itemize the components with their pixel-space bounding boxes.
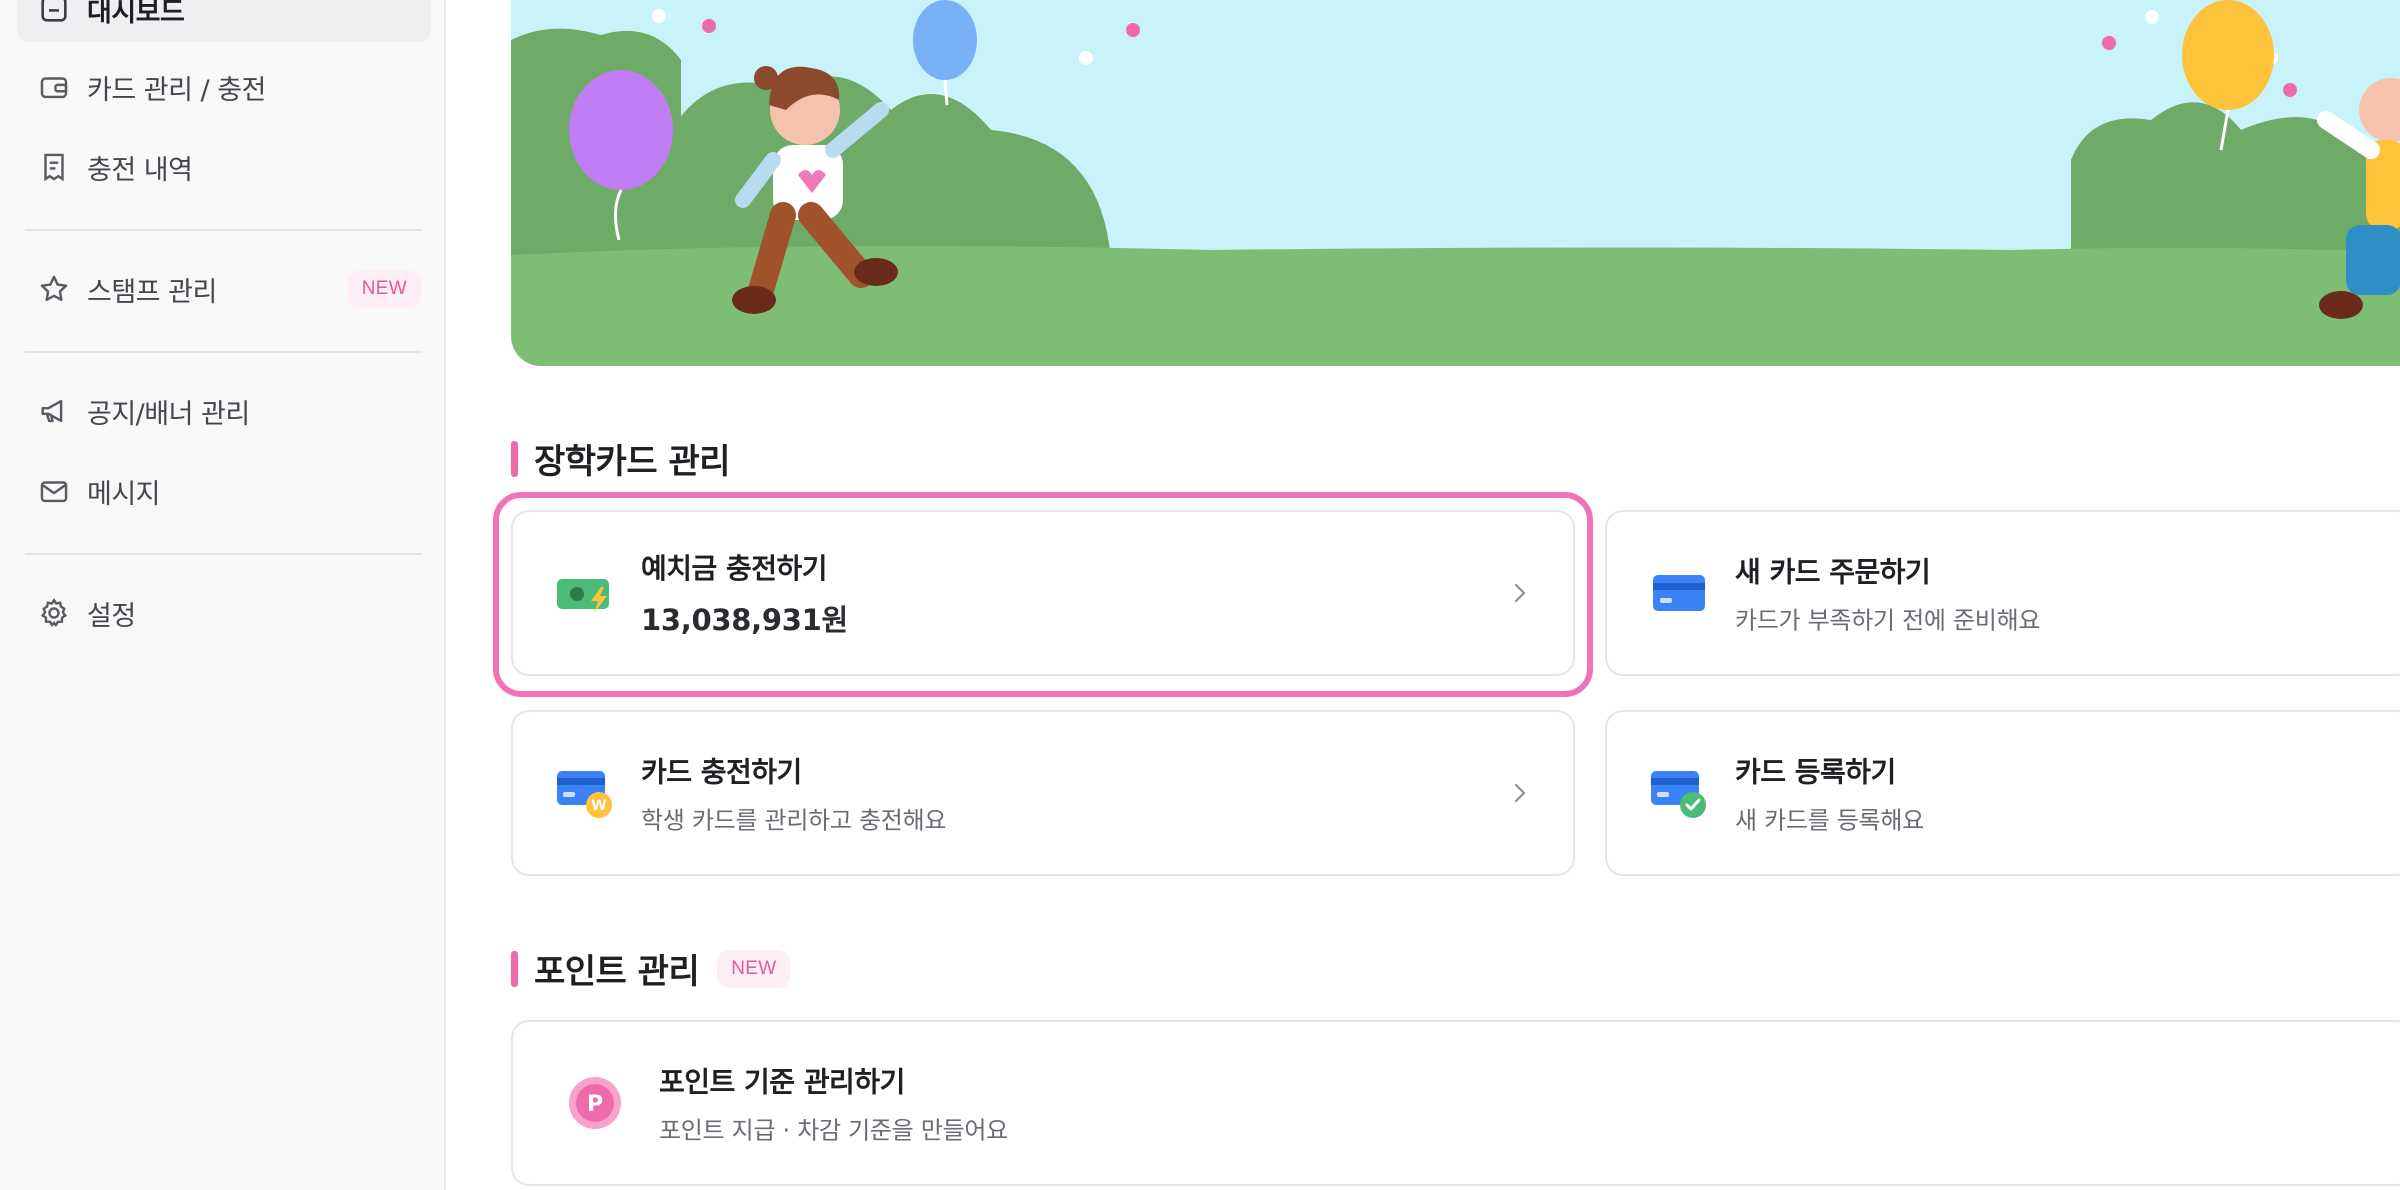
card-register-card[interactable]: 카드 등록하기 새 카드를 등록해요 xyxy=(1605,710,2400,876)
star-icon xyxy=(35,270,73,308)
new-badge: NEW xyxy=(717,949,791,988)
sidebar-item-dashboard[interactable]: 대시보드 xyxy=(17,0,431,42)
card-subtitle: 학생 카드를 관리하고 충전해요 xyxy=(641,806,947,835)
sidebar-item-label: 메시지 xyxy=(87,478,161,510)
card-charge-card[interactable]: W 카드 충전하기 학생 카드를 관리하고 충전해요 xyxy=(511,710,1575,876)
card-won-icon: W xyxy=(555,763,615,823)
sidebar-item-stamp-management[interactable]: 스탬프 관리 NEW xyxy=(17,256,431,322)
section-accent-bar xyxy=(511,950,518,987)
card-check-icon xyxy=(1649,763,1709,823)
chevron-right-icon xyxy=(1515,584,1525,602)
banner-illustration xyxy=(511,0,2400,366)
card-title: 예치금 충전하기 xyxy=(641,552,828,585)
chevron-right-icon xyxy=(1515,784,1525,802)
card-text: 카드 등록하기 새 카드를 등록해요 xyxy=(1735,751,1924,836)
card-subtitle: 포인트 지급 · 차감 기준을 만들어요 xyxy=(659,1116,1008,1145)
card-subtitle: 카드가 부족하기 전에 준비해요 xyxy=(1735,606,2041,635)
point-criteria-card[interactable]: P 포인트 기준 관리하기 포인트 지급 · 차감 기준을 만들어요 xyxy=(511,1020,2400,1186)
card-title: 카드 충전하기 xyxy=(641,755,802,789)
card-text: 새 카드 주문하기 카드가 부족하기 전에 준비해요 xyxy=(1735,551,2040,636)
promo-banner[interactable] xyxy=(511,0,2400,366)
sidebar-item-card-management[interactable]: 카드 관리 / 충전 xyxy=(17,54,431,120)
card-text: 카드 충전하기 학생 카드를 관리하고 충전해요 xyxy=(641,751,946,836)
sidebar-item-label: 카드 관리 / 충전 xyxy=(87,74,266,106)
card-title: 새 카드 주문하기 xyxy=(1735,555,1931,589)
sidebar-item-notice-banner[interactable]: 공지/배너 관리 xyxy=(17,378,431,444)
section-title-text: 장학카드 관리 xyxy=(534,442,731,482)
sidebar-divider xyxy=(25,351,422,353)
new-badge: NEW xyxy=(347,270,421,308)
section-accent-bar xyxy=(511,440,518,477)
sidebar-item-message[interactable]: 메시지 xyxy=(17,458,431,524)
deposit-balance: 13,038,931원 xyxy=(641,603,848,637)
sidebar: 대시보드 카드 관리 / 충전 충전 내역 스탬프 관리 NEW 공지/배너 관… xyxy=(0,0,446,1190)
wallet-icon xyxy=(35,68,73,106)
mail-icon xyxy=(35,472,73,510)
new-card-order-card[interactable]: 새 카드 주문하기 카드가 부족하기 전에 준비해요 xyxy=(1605,510,2400,676)
card-subtitle: 새 카드를 등록해요 xyxy=(1735,806,1924,835)
dashboard-icon xyxy=(35,0,73,28)
card-text: 예치금 충전하기 13,038,931원 xyxy=(641,547,848,639)
svg-text:P: P xyxy=(587,1092,603,1117)
receipt-icon xyxy=(35,148,73,186)
point-p-icon: P xyxy=(565,1073,625,1133)
card-title: 카드 등록하기 xyxy=(1735,755,1896,789)
sidebar-divider xyxy=(25,553,422,555)
deposit-charge-card[interactable]: 예치금 충전하기 13,038,931원 xyxy=(511,510,1575,676)
card-text: 포인트 기준 관리하기 포인트 지급 · 차감 기준을 만들어요 xyxy=(659,1061,1008,1146)
credit-card-icon xyxy=(1649,563,1709,623)
sidebar-item-label: 대시보드 xyxy=(87,0,185,28)
sidebar-item-label: 스탬프 관리 xyxy=(87,276,217,308)
sidebar-item-label: 공지/배너 관리 xyxy=(87,398,250,430)
svg-text:W: W xyxy=(591,798,606,814)
section-title-point-management: 포인트 관리 NEW xyxy=(511,944,791,993)
sidebar-divider xyxy=(25,229,422,231)
sidebar-item-settings[interactable]: 설정 xyxy=(17,580,431,646)
gear-icon xyxy=(35,594,73,632)
sidebar-item-label: 충전 내역 xyxy=(87,154,193,186)
section-title-text: 포인트 관리 xyxy=(534,952,700,992)
section-title-card-management: 장학카드 관리 xyxy=(511,434,731,483)
cash-charge-icon xyxy=(555,563,615,623)
card-title: 포인트 기준 관리하기 xyxy=(659,1065,905,1099)
sidebar-item-label: 설정 xyxy=(87,600,136,632)
sidebar-item-charge-history[interactable]: 충전 내역 xyxy=(17,134,431,200)
megaphone-icon xyxy=(35,392,73,430)
